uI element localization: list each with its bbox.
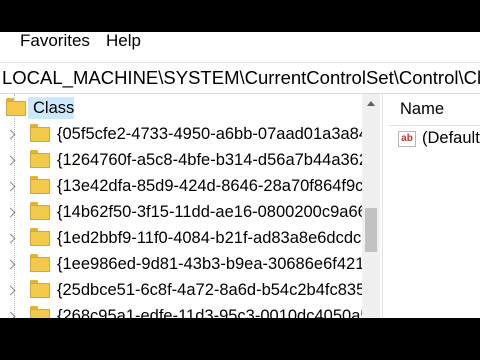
tree-item-class[interactable]: Class — [0, 97, 362, 123]
chevron-right-icon[interactable] — [5, 285, 16, 296]
chevron-right-icon[interactable] — [5, 233, 16, 244]
tree-item-label: {05f5cfe2-4733-4950-a6bb-07aad01a3a84 — [57, 125, 362, 143]
column-header-name[interactable]: Name — [388, 94, 480, 126]
chevron-right-icon[interactable] — [5, 181, 16, 192]
tree-item-label: {1264760f-a5c8-4bfe-b314-d56a7b44a362 — [57, 151, 362, 169]
tree-item-key[interactable]: {05f5cfe2-4733-4950-a6bb-07aad01a3a84 — [0, 123, 362, 149]
tree-item-key[interactable]: {1ee986ed-9d81-43b3-b9ea-30686e6f4219 — [0, 253, 362, 279]
chevron-right-icon[interactable] — [5, 129, 16, 140]
menu-bar: Favorites Help — [0, 32, 480, 62]
scroll-up-arrow-icon[interactable] — [367, 101, 375, 106]
tree-item-label: {1ed2bbf9-11f0-4084-b21f-ad83a8e6dcdc — [57, 229, 362, 247]
registry-editor-window: Favorites Help LOCAL_MACHINE\SYSTEM\Curr… — [0, 32, 480, 318]
tree-item-label: {1ee986ed-9d81-43b3-b9ea-30686e6f4219 — [57, 255, 362, 273]
tree-item-key[interactable]: {14b62f50-3f15-11dd-ae16-0800200c9a66 — [0, 201, 362, 227]
tree-item-label: {25dbce51-6c8f-4a72-8a6d-b54c2b4fc835 — [57, 281, 362, 299]
values-pane: Name ab (Default) — [388, 94, 480, 318]
menu-help[interactable]: Help — [106, 32, 141, 54]
address-bar[interactable]: LOCAL_MACHINE\SYSTEM\CurrentControlSet\C… — [0, 62, 480, 94]
folder-icon — [30, 150, 50, 168]
tree-item-label: {268c95a1-edfe-11d3-95c3-0010dc4050a5 — [57, 307, 362, 318]
chevron-right-icon[interactable] — [5, 207, 16, 218]
menu-favorites[interactable]: Favorites — [20, 32, 90, 54]
chevron-right-icon[interactable] — [5, 259, 16, 270]
folder-open-icon — [6, 98, 26, 116]
tree-item-label: {14b62f50-3f15-11dd-ae16-0800200c9a66 — [57, 203, 362, 221]
address-path[interactable]: LOCAL_MACHINE\SYSTEM\CurrentControlSet\C… — [2, 66, 480, 90]
tree-item-key[interactable]: {268c95a1-edfe-11d3-95c3-0010dc4050a5 — [0, 305, 362, 318]
folder-icon — [30, 228, 50, 246]
folder-icon — [30, 254, 50, 272]
folder-icon — [30, 202, 50, 220]
folder-icon — [30, 306, 50, 318]
value-row[interactable]: ab (Default) — [388, 128, 480, 154]
column-header-label: Name — [400, 100, 445, 118]
folder-icon — [30, 124, 50, 142]
ab-string-value-icon: ab — [398, 131, 416, 147]
tree-item-label: Class — [33, 99, 75, 117]
tree-scrollbar[interactable] — [362, 94, 380, 318]
scroll-thumb[interactable] — [365, 208, 377, 252]
folder-icon — [30, 176, 50, 194]
tree-item-key[interactable]: {1264760f-a5c8-4bfe-b314-d56a7b44a362 — [0, 149, 362, 175]
tree-item-key[interactable]: {1ed2bbf9-11f0-4084-b21f-ad83a8e6dcdc — [0, 227, 362, 253]
tree-item-label: {13e42dfa-85d9-424d-8646-28a70f864f9c — [57, 177, 362, 195]
tree-item-key[interactable]: {13e42dfa-85d9-424d-8646-28a70f864f9c — [0, 175, 362, 201]
tree-item-key[interactable]: {25dbce51-6c8f-4a72-8a6d-b54c2b4fc835 — [0, 279, 362, 305]
value-name: (Default) — [422, 129, 480, 147]
chevron-right-icon[interactable] — [5, 155, 16, 166]
key-tree-pane: Class {05f5cfe2-4733-4950-a6bb-07aad01a3… — [0, 94, 382, 318]
folder-icon — [30, 280, 50, 298]
chevron-right-icon[interactable] — [5, 311, 16, 318]
